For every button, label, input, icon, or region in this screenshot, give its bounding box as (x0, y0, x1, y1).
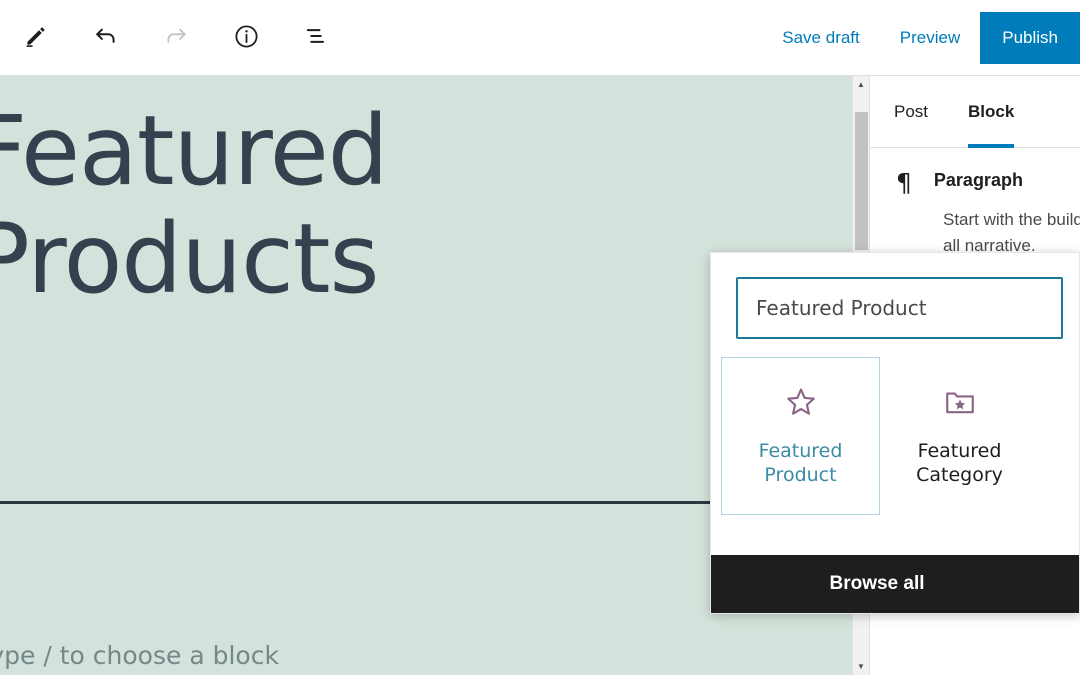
block-title: Paragraph (933, 170, 1023, 190)
sidebar-tabs: Post Block (870, 76, 1080, 148)
browse-all-label: Browse all (829, 573, 925, 594)
block-description: Start with the building block of all nar… (943, 210, 1080, 255)
block-option-label: Featured Product (758, 439, 843, 486)
editor-top-bar: Save draft Preview Publish (0, 0, 1080, 76)
publish-button[interactable]: Publish (980, 11, 1080, 64)
save-draft-button[interactable]: Save draft (762, 0, 880, 76)
undo-icon (92, 22, 120, 53)
paragraph-pilcrow-icon: ¶ (896, 168, 912, 197)
empty-paragraph-placeholder[interactable]: Type / to choose a block (0, 641, 678, 670)
inserter-results-grid: Featured Product Featured Category (711, 339, 1079, 515)
block-info-card: ¶ Paragraph Start with the building bloc… (870, 148, 1080, 258)
scrollbar-down-arrow-icon[interactable]: ▼ (853, 658, 869, 675)
details-info-icon (233, 23, 260, 53)
block-inserter-popover: Featured Product Featured Category Brows… (710, 252, 1080, 614)
browse-all-button[interactable]: Browse all (711, 555, 1079, 613)
top-bar-actions: Save draft Preview Publish (762, 0, 1080, 76)
list-view-icon (302, 22, 330, 53)
top-bar-tools (0, 16, 338, 60)
list-view-icon-button[interactable] (294, 16, 338, 60)
redo-icon-button[interactable] (154, 16, 198, 60)
scrollbar-thumb[interactable] (855, 112, 868, 250)
block-option-featured-product[interactable]: Featured Product (721, 357, 880, 515)
inserter-search-wrapper (711, 253, 1079, 339)
block-search-input[interactable] (736, 277, 1063, 339)
preview-button[interactable]: Preview (880, 0, 980, 76)
edit-pencil-icon (23, 23, 49, 52)
tab-block[interactable]: Block (952, 76, 1030, 148)
details-info-icon-button[interactable] (224, 16, 268, 60)
block-option-label: Featured Category (916, 439, 1003, 486)
redo-icon (162, 22, 190, 53)
scrollbar-up-arrow-icon[interactable]: ▲ (853, 76, 869, 93)
block-card-header: ¶ Paragraph (896, 170, 1080, 195)
folder-star-icon (943, 385, 977, 423)
tab-post[interactable]: Post (878, 76, 944, 148)
star-outline-icon (784, 385, 818, 423)
edit-pencil-icon-button[interactable] (14, 16, 58, 60)
block-option-featured-category[interactable]: Featured Category (880, 357, 1039, 515)
undo-icon-button[interactable] (84, 16, 128, 60)
